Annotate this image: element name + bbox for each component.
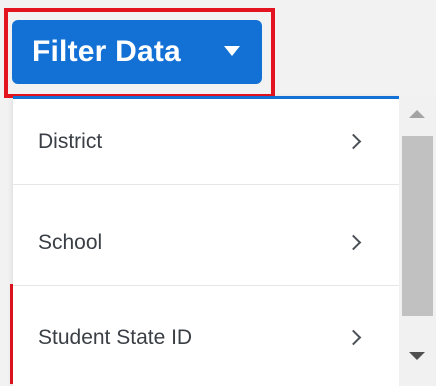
menu-item-label: School: [38, 230, 103, 254]
filter-dropdown-menu: District School Student State ID: [13, 96, 399, 386]
scroll-down-arrow-icon[interactable]: [409, 352, 425, 360]
chevron-right-icon: [345, 329, 362, 346]
chevron-right-icon: [345, 133, 362, 149]
scroll-up-arrow-icon[interactable]: [409, 110, 425, 118]
menu-item-student-state-id[interactable]: Student State ID: [13, 288, 399, 386]
menu-item-label: Student State ID: [38, 326, 193, 349]
chevron-right-icon: [345, 234, 362, 250]
menu-item-district[interactable]: District: [13, 99, 399, 185]
menu-item-label: District: [38, 129, 103, 153]
menu-item-school[interactable]: School: [13, 200, 399, 286]
dropdown-scrollbar[interactable]: [399, 96, 436, 386]
scrollbar-thumb[interactable]: [402, 136, 433, 316]
filter-data-label: Filter Data: [32, 35, 181, 68]
filter-data-button[interactable]: Filter Data: [12, 20, 262, 84]
caret-down-icon: [224, 46, 240, 56]
